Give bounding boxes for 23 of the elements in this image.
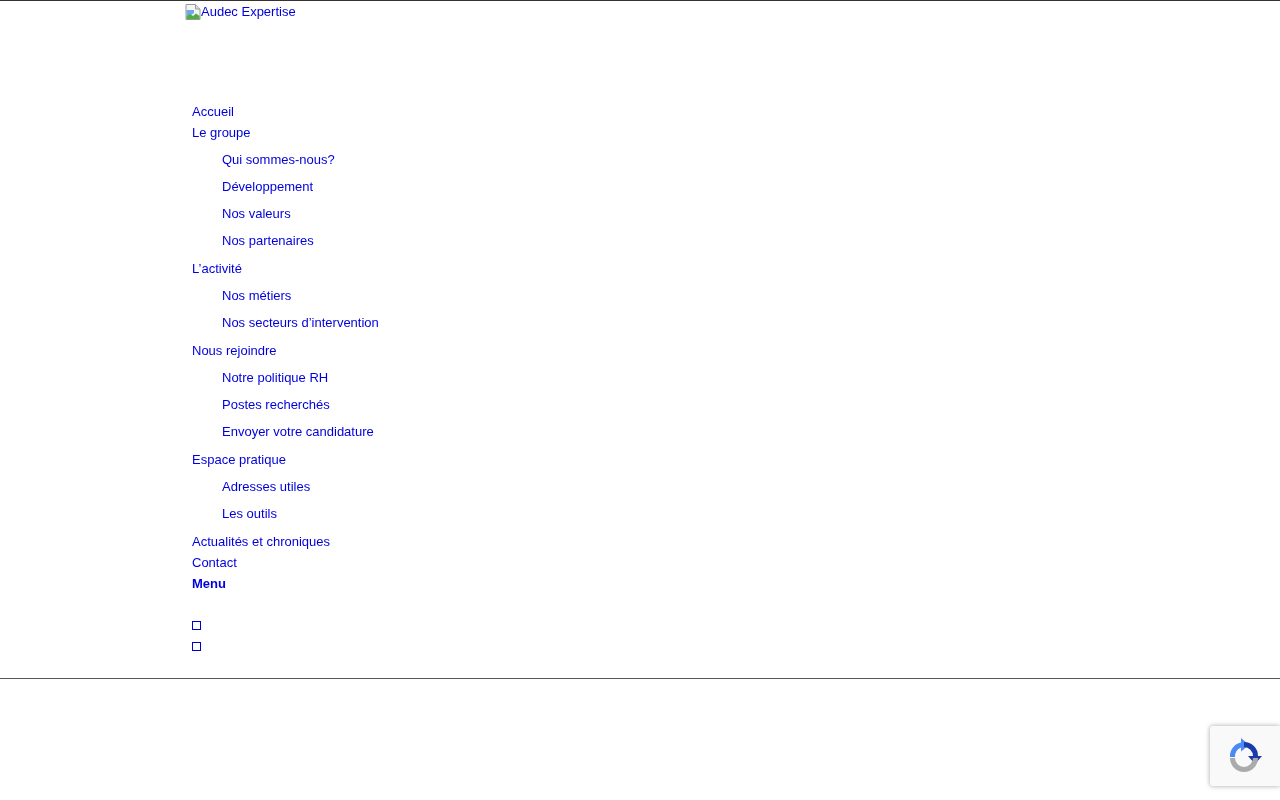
submenu-link[interactable]: Qui sommes-nous? <box>222 146 335 173</box>
broken-image-icon <box>185 4 201 20</box>
nav-link[interactable]: L’activité <box>192 258 242 279</box>
nav-link[interactable]: Accueil <box>192 101 234 122</box>
nav-link[interactable]: Contact <box>192 552 237 573</box>
square-icon[interactable] <box>192 642 201 651</box>
nav-link[interactable]: Actualités et chroniques <box>192 531 331 552</box>
square-icon[interactable] <box>192 621 201 630</box>
submenu-link[interactable]: Les outils <box>222 500 277 527</box>
submenu-link[interactable]: Notre politique RH <box>222 364 329 391</box>
nav-link[interactable]: Nous rejoindre <box>192 340 277 361</box>
submenu-link[interactable]: Nos partenaires <box>222 227 314 254</box>
nav-link[interactable]: Espace pratique <box>192 449 286 470</box>
submenu-link[interactable]: Envoyer votre candidature <box>222 418 374 445</box>
nav-link[interactable]: Le groupe <box>192 122 251 143</box>
logo-alt-text[interactable]: Audec Expertise <box>201 4 296 20</box>
menu-toggle-link[interactable]: Menu <box>192 573 226 594</box>
submenu-link[interactable]: Développement <box>222 173 314 200</box>
submenu-link[interactable]: Adresses utiles <box>222 473 311 500</box>
submenu-link[interactable]: Postes recherchés <box>222 391 330 418</box>
submenu-link[interactable]: Nos métiers <box>222 282 292 309</box>
submenu-link[interactable]: Nos valeurs <box>222 200 291 227</box>
submenu-link[interactable]: Nos secteurs d’intervention <box>222 309 379 336</box>
